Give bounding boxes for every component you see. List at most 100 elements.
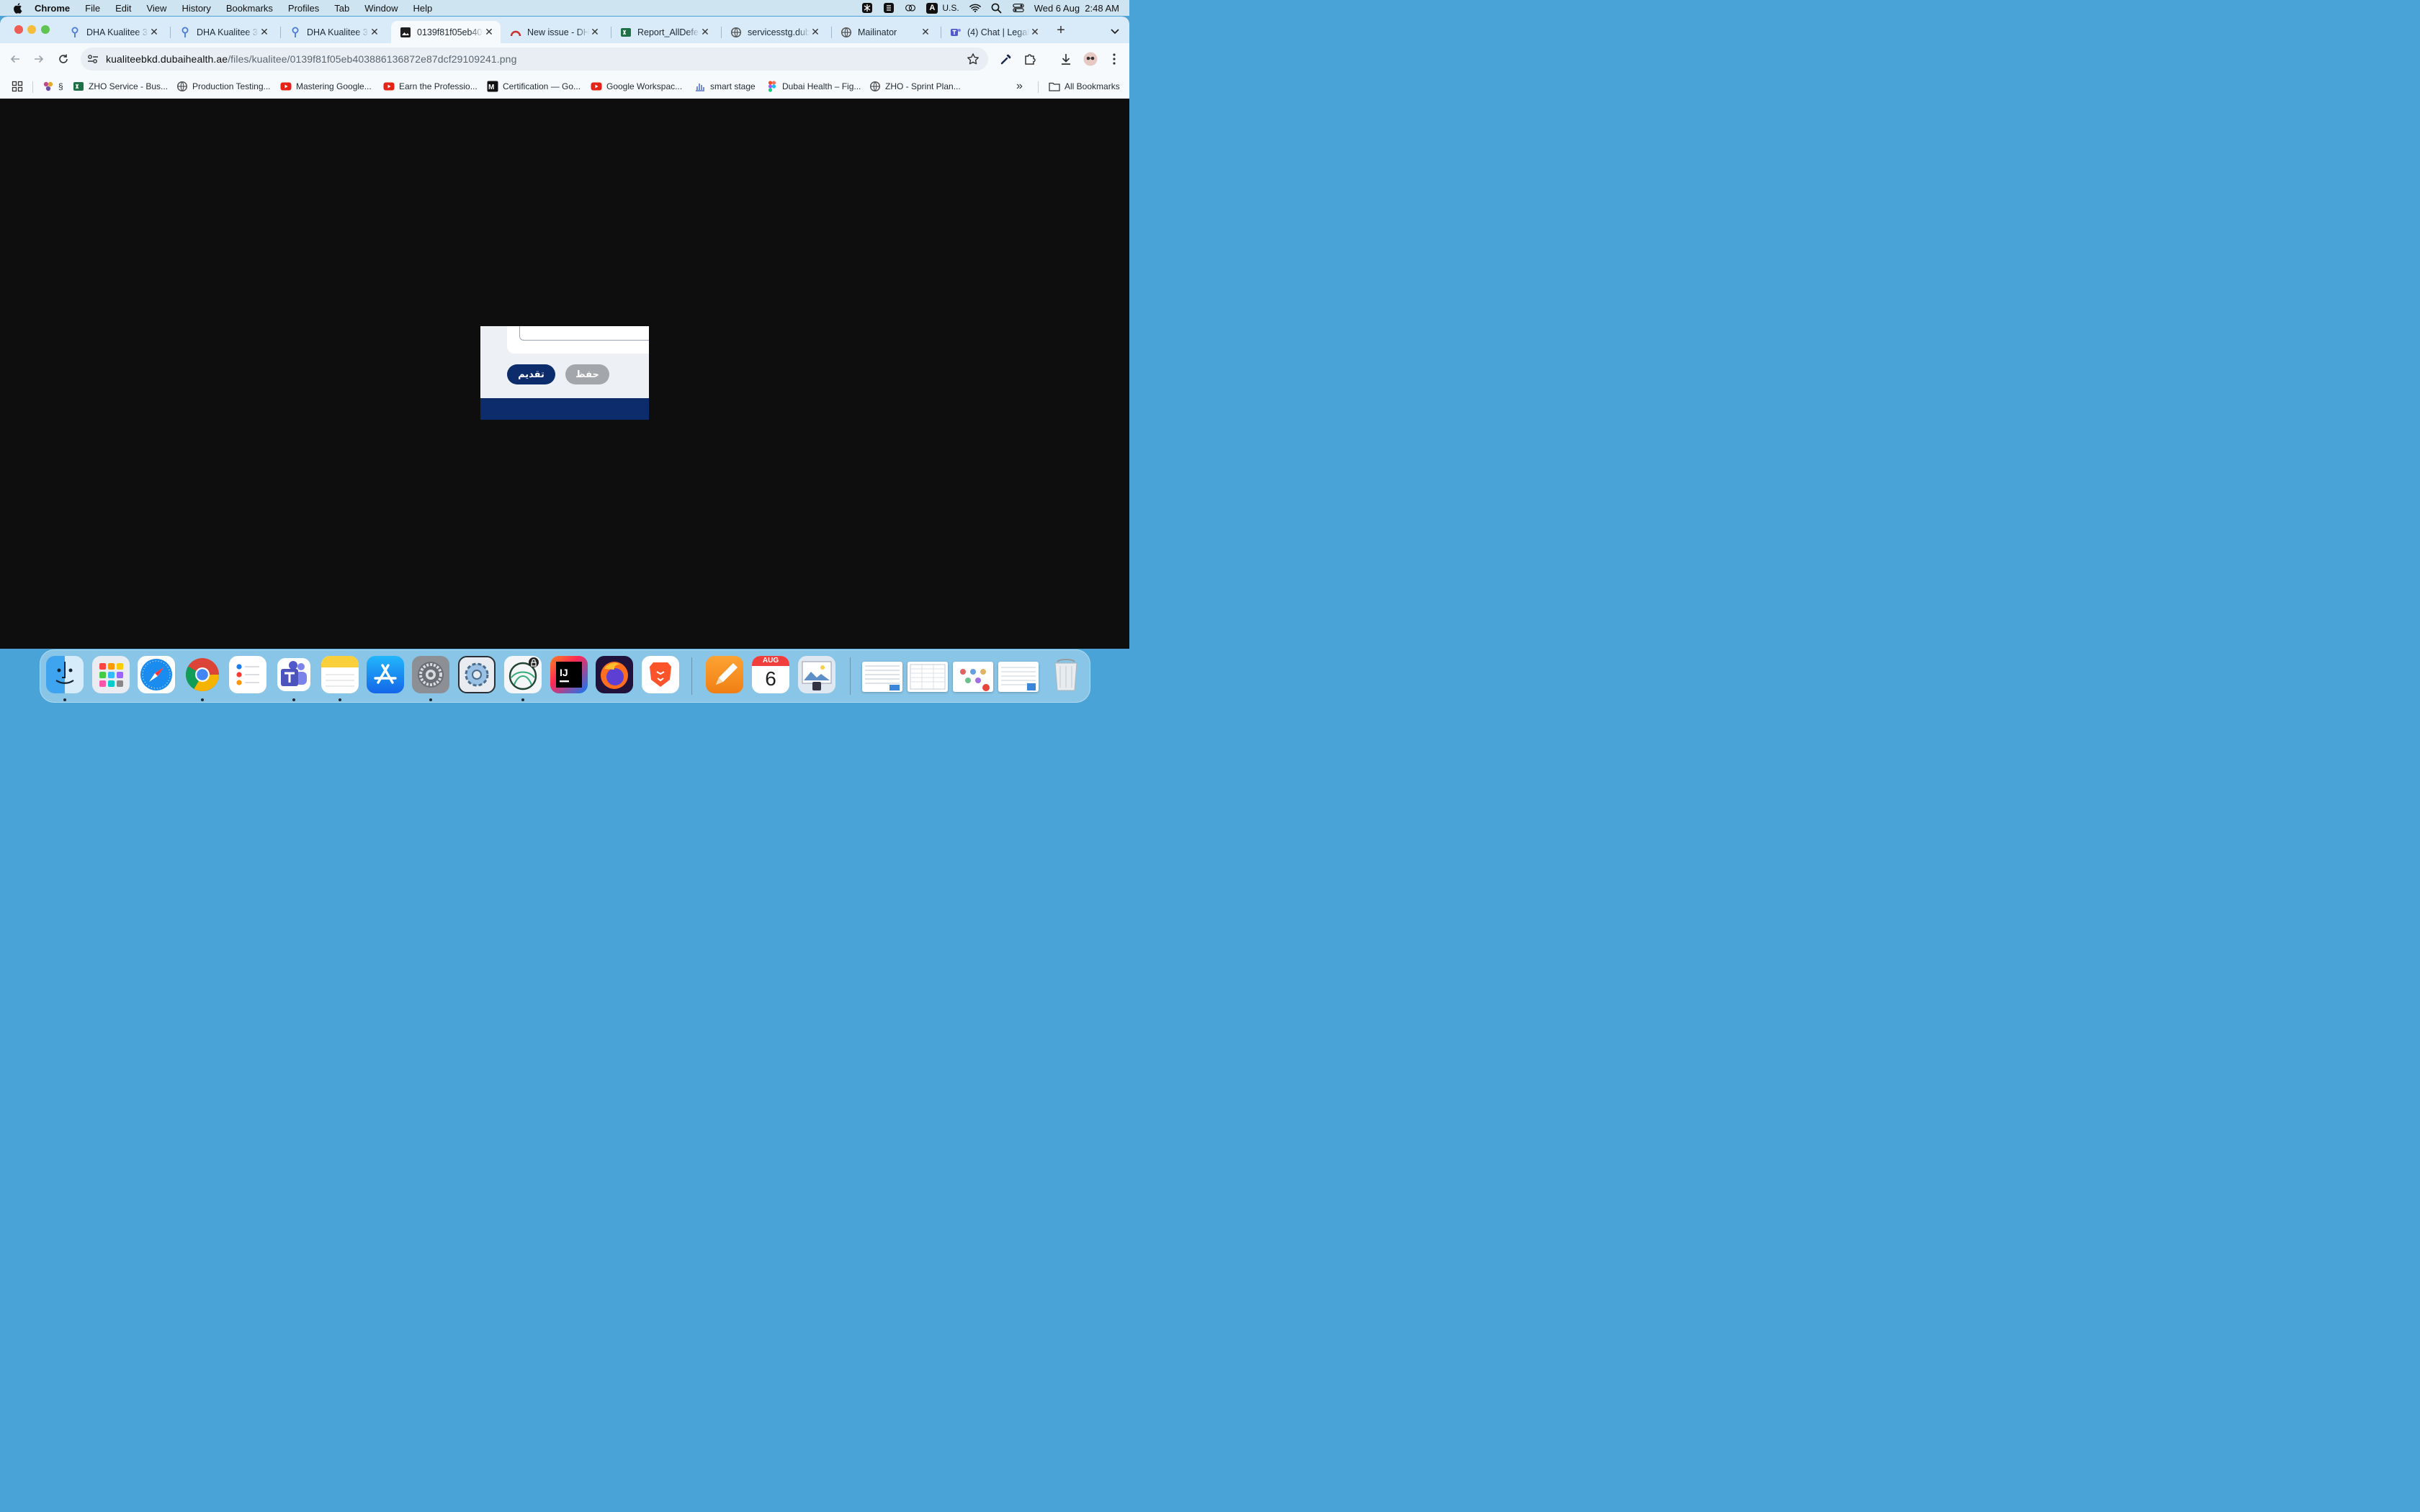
close-tab-icon[interactable]: ✕ bbox=[699, 26, 711, 38]
close-window-button[interactable] bbox=[14, 25, 23, 34]
extensions-puzzle-icon[interactable] bbox=[1023, 52, 1037, 66]
new-tab-button[interactable]: + bbox=[1054, 23, 1068, 38]
minimized-window-thumbnail[interactable] bbox=[862, 662, 902, 692]
close-tab-icon[interactable]: ✕ bbox=[259, 26, 270, 38]
close-tab-icon[interactable]: ✕ bbox=[589, 26, 601, 38]
intellij-idea-icon[interactable]: IJ bbox=[550, 656, 588, 693]
all-bookmarks-button[interactable]: All Bookmarks bbox=[1049, 81, 1120, 92]
perplexity-tray-icon[interactable] bbox=[861, 2, 873, 14]
minimized-window-thumbnail[interactable] bbox=[953, 662, 993, 692]
address-url[interactable]: kualiteebkd.dubaihealth.ae/files/kualite… bbox=[106, 53, 516, 65]
bookmark-zho-sprint-plan[interactable]: ZHO - Sprint Plan... bbox=[869, 81, 961, 92]
more-bookmarks-chevron-icon[interactable]: » bbox=[1016, 80, 1023, 92]
profile-avatar[interactable] bbox=[1083, 52, 1098, 66]
reminders-icon[interactable] bbox=[229, 656, 266, 693]
menu-edit[interactable]: Edit bbox=[115, 3, 131, 14]
menu-history[interactable]: History bbox=[182, 3, 210, 14]
tab-new-issue[interactable]: New issue - DHA ✕ bbox=[501, 21, 606, 43]
bookmark-mastering-google[interactable]: Mastering Google... bbox=[280, 81, 372, 92]
close-tab-icon[interactable]: ✕ bbox=[483, 26, 495, 38]
close-tab-icon[interactable]: ✕ bbox=[1029, 26, 1041, 38]
calendar-icon[interactable]: AUG 6 bbox=[752, 656, 789, 693]
spotlight-search-icon[interactable] bbox=[991, 2, 1003, 14]
running-indicator bbox=[339, 698, 341, 701]
eyedropper-extension-icon[interactable] bbox=[999, 52, 1013, 66]
bookmark-earn-professional[interactable]: Earn the Professio... bbox=[383, 81, 478, 92]
close-tab-icon[interactable]: ✕ bbox=[369, 26, 380, 38]
menu-view[interactable]: View bbox=[146, 3, 166, 14]
svg-text:IJ: IJ bbox=[560, 667, 568, 678]
finder-icon[interactable] bbox=[46, 656, 84, 693]
gear-icon[interactable] bbox=[458, 656, 496, 693]
bookmark-certification[interactable]: M Certification — Go... bbox=[487, 81, 581, 92]
minimized-window-thumbnail[interactable] bbox=[998, 662, 1039, 692]
brave-browser-icon[interactable] bbox=[642, 656, 679, 693]
kualitee-pin-icon bbox=[69, 27, 81, 38]
app-store-icon[interactable] bbox=[367, 656, 404, 693]
bookmark-dubai-health-figma[interactable]: Dubai Health – Fig... bbox=[766, 81, 861, 92]
chrome-menu-kebab-icon[interactable] bbox=[1107, 52, 1121, 66]
apple-logo-icon[interactable] bbox=[12, 1, 24, 14]
tab-dha-kualitee-1[interactable]: DHA Kualitee 3.0 ✕ bbox=[60, 21, 166, 43]
trash-icon[interactable] bbox=[1047, 656, 1085, 693]
menu-file[interactable]: File bbox=[85, 3, 100, 14]
system-settings-icon[interactable] bbox=[412, 656, 449, 693]
microsoft-teams-icon[interactable] bbox=[275, 656, 313, 693]
tab-image-preview-active[interactable]: 0139f81f05eb403886136872e87dcf29109241.p… bbox=[391, 21, 501, 43]
address-bar[interactable]: kualiteebkd.dubaihealth.ae/files/kualite… bbox=[81, 48, 988, 71]
close-tab-icon[interactable]: ✕ bbox=[148, 26, 160, 38]
menu-window[interactable]: Window bbox=[364, 3, 398, 14]
downloads-icon[interactable] bbox=[1059, 52, 1073, 66]
bookmark-smart-stage[interactable]: smart stage bbox=[694, 81, 756, 92]
youtube-icon bbox=[591, 81, 602, 92]
reload-button[interactable] bbox=[56, 52, 71, 66]
notes-icon[interactable] bbox=[321, 656, 359, 693]
tab-mailinator[interactable]: Mailinator ✕ bbox=[832, 21, 937, 43]
chrome-icon[interactable] bbox=[184, 656, 221, 693]
bookmark-zho-service[interactable]: ZHO Service - Bus... bbox=[73, 81, 168, 92]
medium-icon: M bbox=[487, 81, 498, 92]
forward-button[interactable] bbox=[32, 52, 46, 66]
menu-help[interactable]: Help bbox=[413, 3, 433, 14]
control-center-icon[interactable] bbox=[1013, 2, 1024, 14]
all-bookmarks-label: All Bookmarks bbox=[1065, 81, 1120, 91]
menu-tab[interactable]: Tab bbox=[334, 3, 349, 14]
menu-bookmarks[interactable]: Bookmarks bbox=[226, 3, 273, 14]
safari-icon[interactable] bbox=[138, 656, 175, 693]
tab-report-all-defects[interactable]: Report_AllDefects ✕ bbox=[611, 21, 717, 43]
zoom-window-button[interactable] bbox=[41, 25, 50, 34]
wifi-icon[interactable] bbox=[969, 2, 981, 14]
tab-servicesstg[interactable]: servicesstg.dubaihealth ✕ bbox=[722, 21, 827, 43]
close-tab-icon[interactable]: ✕ bbox=[920, 26, 931, 38]
firefox-icon[interactable] bbox=[596, 656, 633, 693]
bookmark-star-icon[interactable] bbox=[967, 53, 980, 66]
bookmark-label: Google Workspac... bbox=[606, 81, 683, 91]
site-info-icon[interactable] bbox=[86, 53, 99, 66]
launchpad-icon[interactable] bbox=[92, 656, 130, 693]
bookmark-section[interactable]: § bbox=[42, 81, 63, 92]
input-source-badge[interactable]: A bbox=[926, 2, 938, 14]
minimize-window-button[interactable] bbox=[27, 25, 36, 34]
back-button[interactable] bbox=[8, 52, 22, 66]
menu-app-name[interactable]: Chrome bbox=[35, 3, 70, 14]
bookmark-google-workspace[interactable]: Google Workspac... bbox=[591, 81, 682, 92]
tab-teams-chat[interactable]: (4) Chat | Legal ✕ bbox=[941, 21, 1047, 43]
bookmarks-bar: § ZHO Service - Bus... Production Testin… bbox=[0, 76, 1129, 99]
minimized-window-thumbnail[interactable] bbox=[908, 662, 948, 692]
bookmark-production-testing[interactable]: Production Testing... bbox=[176, 81, 271, 92]
tab-dha-kualitee-3[interactable]: DHA Kualitee 3.0 ✕ bbox=[281, 21, 386, 43]
input-source-label[interactable]: U.S. bbox=[942, 3, 959, 13]
tab-search-chevron-icon[interactable] bbox=[1108, 24, 1122, 38]
close-tab-icon[interactable]: ✕ bbox=[810, 26, 821, 38]
screenshot-image[interactable]: تقديم حفظ bbox=[480, 326, 649, 420]
preview-app-icon[interactable] bbox=[798, 656, 835, 693]
screen-mirror-tray-icon[interactable] bbox=[905, 2, 916, 14]
menubar-clock[interactable]: Wed 6 Aug 2:48 AM bbox=[1034, 3, 1119, 14]
pages-icon[interactable] bbox=[706, 656, 743, 693]
tab-dha-kualitee-2[interactable]: DHA Kualitee 3.0 ✕ bbox=[171, 21, 276, 43]
vpn-client-icon[interactable] bbox=[504, 656, 542, 693]
menu-profiles[interactable]: Profiles bbox=[288, 3, 319, 14]
youtube-icon bbox=[280, 81, 292, 92]
apps-grid-icon[interactable] bbox=[12, 81, 23, 92]
vpn-tray-icon[interactable] bbox=[883, 2, 895, 14]
